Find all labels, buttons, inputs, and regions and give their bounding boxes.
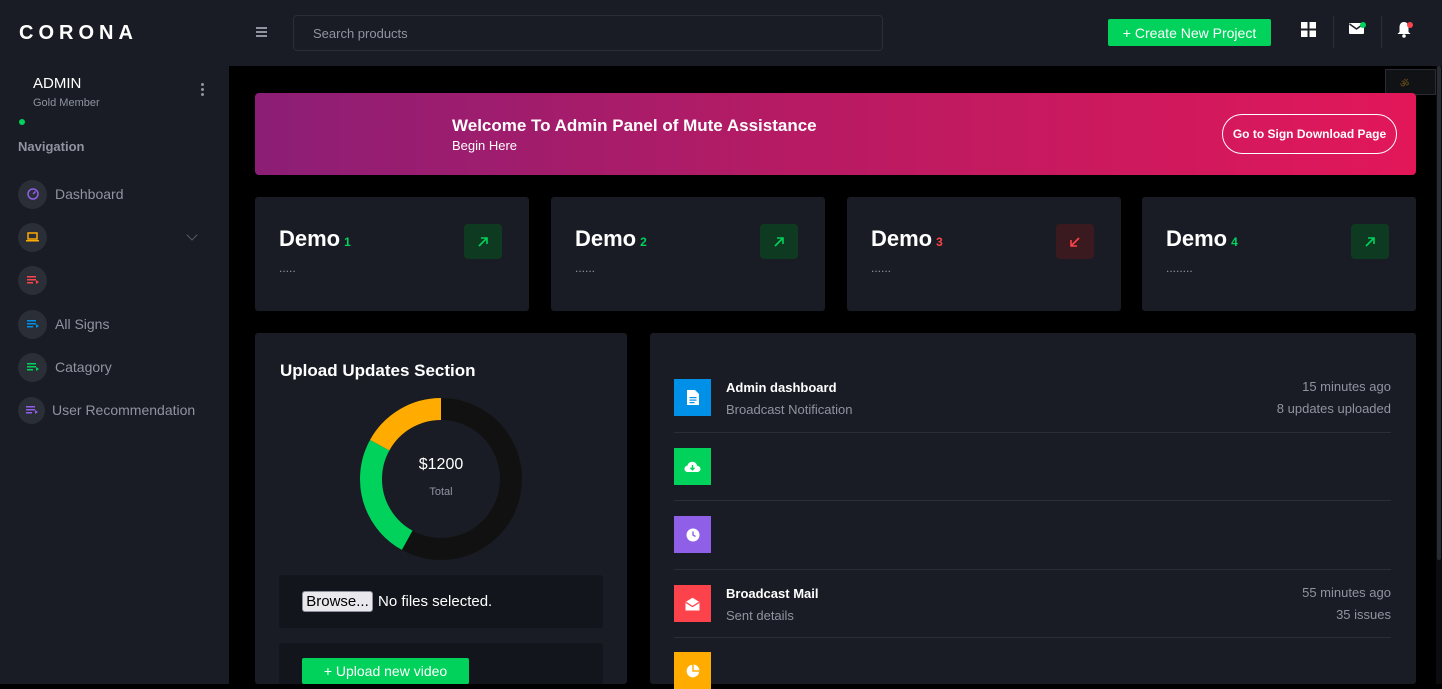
stat-number: 1 bbox=[344, 235, 351, 249]
profile-role: Gold Member bbox=[33, 97, 100, 109]
search-box[interactable] bbox=[293, 15, 883, 51]
stat-subtext: ...... bbox=[575, 261, 596, 275]
chart-pie-icon bbox=[674, 652, 711, 689]
cloud-download-icon bbox=[674, 448, 711, 485]
banner-title: Welcome To Admin Panel of Mute Assistanc… bbox=[452, 116, 817, 135]
brand-logo[interactable]: CORONA bbox=[19, 22, 138, 45]
activity-time: 55 minutes ago bbox=[1302, 585, 1391, 600]
activity-title: Admin dashboard bbox=[726, 380, 837, 395]
activity-meta: 35 issues bbox=[1336, 607, 1391, 622]
arrow-down-left-icon bbox=[1056, 224, 1094, 259]
divider bbox=[1381, 16, 1382, 48]
stat-title: Demo 4 bbox=[1166, 226, 1238, 251]
playlist-icon bbox=[18, 265, 47, 295]
sidebar-item-catagory[interactable]: Catagory bbox=[18, 352, 112, 382]
activity-subtitle: Sent details bbox=[726, 608, 794, 623]
stat-title: Demo 2 bbox=[575, 226, 647, 251]
stat-title: Demo 3 bbox=[871, 226, 943, 251]
sidebar-item-playlist-red[interactable] bbox=[18, 265, 55, 295]
menu-toggle-icon[interactable] bbox=[256, 27, 267, 39]
sidebar-item-dashboard[interactable]: Dashboard bbox=[18, 179, 124, 209]
profile-menu-icon[interactable] bbox=[196, 82, 208, 100]
divider bbox=[674, 569, 1391, 570]
stat-number: 4 bbox=[1231, 235, 1238, 249]
create-project-button[interactable]: + Create New Project bbox=[1108, 19, 1271, 46]
donut-value: $1200 bbox=[418, 456, 464, 473]
stat-card: Demo 1 ..... bbox=[255, 197, 529, 311]
sidebar-item-laptop[interactable] bbox=[18, 222, 55, 252]
divider bbox=[674, 432, 1391, 433]
activity-title: Broadcast Mail bbox=[726, 586, 819, 601]
sign-download-button[interactable]: Go to Sign Download Page bbox=[1222, 114, 1397, 154]
laptop-icon bbox=[18, 222, 47, 252]
donut-label: Total bbox=[429, 486, 453, 498]
playlist-icon bbox=[18, 309, 47, 339]
email-open-icon bbox=[674, 585, 711, 622]
file-status: No files selected. bbox=[378, 593, 493, 610]
playlist-icon bbox=[18, 396, 45, 424]
stat-card: Demo 4 ........ bbox=[1142, 197, 1416, 311]
sidebar-item-label: User Recommendation bbox=[52, 402, 196, 418]
speedometer-icon bbox=[18, 179, 47, 209]
stat-card: Demo 2 ...... bbox=[551, 197, 825, 311]
stat-title: Demo 1 bbox=[279, 226, 351, 251]
language-widget[interactable]: ॐ bbox=[1385, 69, 1436, 95]
arrow-up-right-icon bbox=[1351, 224, 1389, 259]
online-status-dot bbox=[19, 119, 25, 125]
stat-number: 3 bbox=[936, 235, 943, 249]
activity-subtitle: Broadcast Notification bbox=[726, 402, 853, 417]
stat-subtext: ........ bbox=[1166, 261, 1193, 275]
divider bbox=[1333, 16, 1334, 48]
stat-subtext: ..... bbox=[279, 261, 296, 275]
flag-icon: ॐ bbox=[1400, 79, 1410, 90]
file-icon bbox=[674, 379, 711, 416]
bell-badge bbox=[1407, 22, 1413, 28]
upload-card-title: Upload Updates Section bbox=[280, 361, 476, 380]
playlist-icon bbox=[18, 352, 47, 382]
stat-number: 2 bbox=[640, 235, 647, 249]
banner-subtitle: Begin Here bbox=[452, 138, 518, 153]
upload-video-button[interactable]: + Upload new video bbox=[302, 658, 469, 684]
activity-meta: 8 updates uploaded bbox=[1276, 401, 1391, 416]
divider bbox=[674, 500, 1391, 501]
sidebar-item-user-recommendation[interactable]: User Recommendation bbox=[18, 395, 195, 425]
grid-icon[interactable] bbox=[1301, 22, 1319, 40]
search-input[interactable] bbox=[294, 16, 882, 50]
stat-card: Demo 3 ...... bbox=[847, 197, 1121, 311]
activity-time: 15 minutes ago bbox=[1302, 379, 1391, 394]
sidebar-item-label: Dashboard bbox=[55, 186, 124, 202]
browse-button[interactable]: Browse... bbox=[302, 591, 373, 612]
mail-badge bbox=[1360, 22, 1366, 28]
stat-subtext: ...... bbox=[871, 261, 892, 275]
donut-chart bbox=[360, 398, 522, 560]
arrow-up-right-icon bbox=[760, 224, 798, 259]
clock-icon bbox=[674, 516, 711, 553]
divider bbox=[674, 637, 1391, 638]
sidebar-item-all-signs[interactable]: All Signs bbox=[18, 309, 109, 339]
scrollbar-thumb[interactable] bbox=[1437, 66, 1441, 560]
sidebar-item-label: All Signs bbox=[55, 316, 110, 332]
nav-section-title: Navigation bbox=[18, 139, 85, 154]
arrow-up-right-icon bbox=[464, 224, 502, 259]
sidebar-item-label: Catagory bbox=[55, 359, 112, 375]
profile-name: ADMIN bbox=[33, 75, 82, 92]
